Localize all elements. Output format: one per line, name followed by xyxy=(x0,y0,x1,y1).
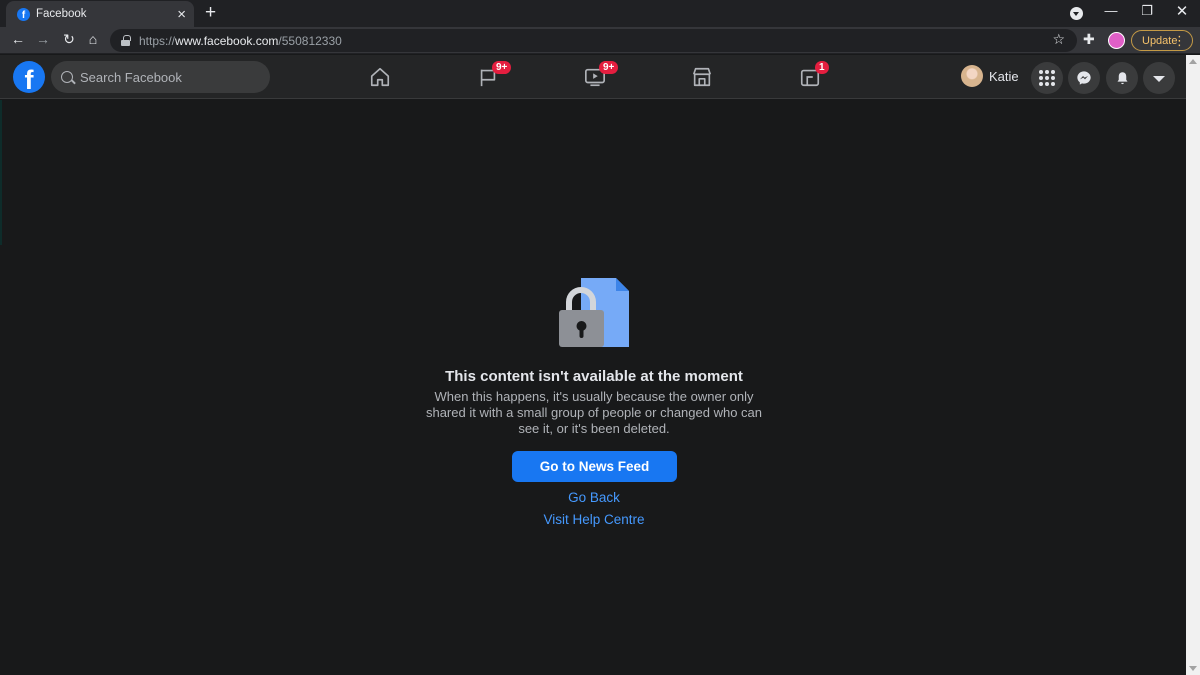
nav-home-tab[interactable] xyxy=(325,55,435,99)
home-nav-icon xyxy=(370,67,390,87)
browser-toolbar: ← → ↻ ⌂ https://www.facebook.com/5508123… xyxy=(0,27,1200,54)
browser-window: f Facebook × + — ❐ ✕ ← → ↻ ⌂ https://www… xyxy=(0,0,1200,675)
notifications-button[interactable] xyxy=(1106,62,1138,94)
forward-icon[interactable]: → xyxy=(34,31,52,47)
profile-avatar-icon[interactable] xyxy=(1108,32,1125,49)
go-to-news-feed-button[interactable]: Go to News Feed xyxy=(512,451,677,482)
facebook-favicon-icon: f xyxy=(17,7,30,21)
tab-close-icon[interactable]: × xyxy=(177,7,186,22)
tab-search-icon[interactable] xyxy=(1070,7,1083,20)
bookmark-star-icon[interactable]: ☆ xyxy=(1052,31,1065,48)
url-path: /550812330 xyxy=(278,33,342,48)
back-icon[interactable]: ← xyxy=(9,31,27,47)
locked-content-illustration-icon xyxy=(559,278,629,347)
help-centre-link[interactable]: Visit Help Centre xyxy=(494,512,694,527)
new-tab-icon[interactable]: + xyxy=(205,3,216,22)
nav-gaming-tab[interactable]: 1 xyxy=(755,55,865,99)
restore-icon[interactable]: ❐ xyxy=(1137,3,1157,19)
go-back-link[interactable]: Go Back xyxy=(494,490,694,505)
avatar xyxy=(961,65,983,87)
url-host: www.facebook.com xyxy=(175,33,279,48)
user-name: Katie xyxy=(989,68,1019,84)
error-description: When this happens, it's usually because … xyxy=(425,389,763,436)
marketplace-icon xyxy=(692,67,712,87)
search-icon xyxy=(61,71,73,83)
main-content xyxy=(0,100,1186,675)
facebook-header: f 9+ 9+ 1 Katie xyxy=(0,55,1186,99)
account-button[interactable] xyxy=(1143,62,1175,94)
grid-menu-icon xyxy=(1039,70,1055,86)
profile-shortcut[interactable]: Katie xyxy=(961,65,1019,87)
minimize-icon[interactable]: — xyxy=(1101,3,1121,18)
search-input[interactable] xyxy=(80,69,250,85)
home-icon[interactable]: ⌂ xyxy=(84,31,102,47)
update-label: Update xyxy=(1142,34,1178,47)
update-button[interactable]: Update xyxy=(1131,30,1193,51)
url-scheme: https:// xyxy=(139,33,176,48)
nav-watch-tab[interactable]: 9+ xyxy=(540,55,650,99)
url-text: https://www.facebook.com/550812330 xyxy=(139,34,342,48)
scroll-down-icon[interactable] xyxy=(1189,666,1197,671)
error-title: This content isn't available at the mome… xyxy=(445,368,743,385)
bell-icon xyxy=(1117,71,1127,84)
extensions-puzzle-icon[interactable]: ✚ xyxy=(1083,31,1095,48)
browser-tab[interactable]: f Facebook × xyxy=(6,1,194,27)
watch-badge: 9+ xyxy=(599,61,619,74)
caret-down-icon xyxy=(1153,76,1165,82)
facebook-logo-icon[interactable]: f xyxy=(13,61,45,93)
facebook-search[interactable] xyxy=(51,61,270,93)
address-bar[interactable]: https://www.facebook.com/550812330 ☆ xyxy=(110,29,1077,52)
left-edge-strip xyxy=(0,100,2,245)
nav-pages-tab[interactable]: 9+ xyxy=(433,55,543,99)
messenger-icon xyxy=(1077,71,1091,85)
reload-icon[interactable]: ↻ xyxy=(60,31,78,48)
nav-marketplace-tab[interactable] xyxy=(647,55,757,99)
tab-title: Facebook xyxy=(36,8,87,20)
messenger-button[interactable] xyxy=(1068,62,1100,94)
page-scrollbar[interactable] xyxy=(1186,55,1200,675)
menu-button[interactable] xyxy=(1031,62,1063,94)
window-close-icon[interactable]: ✕ xyxy=(1172,2,1192,20)
pages-badge: 9+ xyxy=(492,61,512,74)
gaming-badge: 1 xyxy=(815,61,829,74)
tab-strip: f Facebook × + — ❐ ✕ xyxy=(0,0,1200,27)
scroll-up-icon[interactable] xyxy=(1189,59,1197,64)
lock-icon xyxy=(121,35,131,46)
